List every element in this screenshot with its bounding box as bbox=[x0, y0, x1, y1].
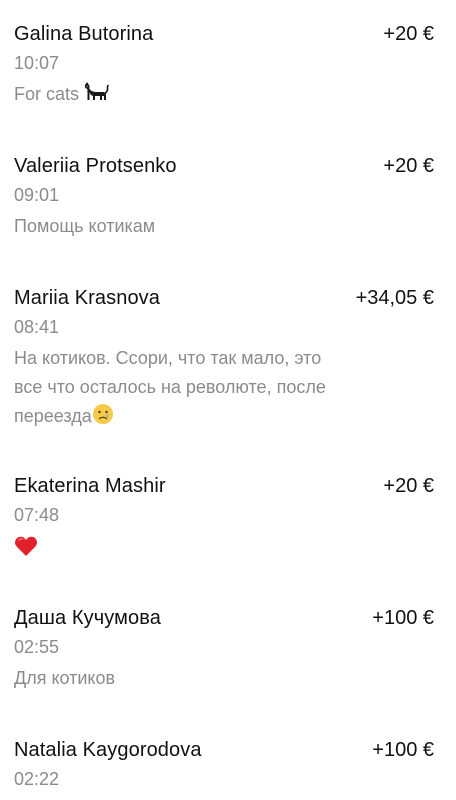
transaction-item[interactable]: Mariia Krasnova +34,05 € 08:41 На котико… bbox=[0, 284, 456, 426]
note-text: For cats bbox=[14, 84, 80, 104]
sender-name: Даша Кучумова bbox=[14, 607, 161, 629]
transaction-header: Даша Кучумова +100 € bbox=[0, 604, 456, 632]
sender-name: Valeriia Protsenko bbox=[14, 155, 177, 177]
transaction-header: Natalia Kaygorodova +100 € bbox=[0, 736, 456, 764]
red-heart-icon bbox=[14, 535, 38, 566]
transaction-time: 02:22 bbox=[14, 769, 60, 789]
transaction-header: Mariia Krasnova +34,05 € bbox=[0, 284, 456, 312]
black-cat-icon bbox=[83, 81, 109, 112]
transaction-item[interactable]: Natalia Kaygorodova +100 € 02:22 bbox=[0, 736, 456, 789]
note-text: Для котиков bbox=[14, 668, 116, 688]
transaction-amount: +34,05 € bbox=[355, 287, 434, 309]
crying-face-icon bbox=[92, 403, 114, 434]
transaction-item[interactable]: Galina Butorina +20 € 10:07 For cats bbox=[0, 20, 456, 104]
transaction-header: Valeriia Protsenko +20 € bbox=[0, 152, 456, 180]
transaction-item[interactable]: Valeriia Protsenko +20 € 09:01 Помощь ко… bbox=[0, 152, 456, 236]
transaction-note bbox=[14, 532, 344, 566]
transaction-amount: +20 € bbox=[383, 155, 434, 177]
transaction-header: Ekaterina Mashir +20 € bbox=[0, 472, 456, 500]
transaction-time: 10:07 bbox=[14, 53, 60, 73]
transaction-note: Для котиков bbox=[14, 664, 344, 693]
note-text: На котиков. Ссори, что так мало, это все… bbox=[14, 348, 326, 426]
transaction-item[interactable]: Ekaterina Mashir +20 € 07:48 bbox=[0, 472, 456, 556]
sender-name: Natalia Kaygorodova bbox=[14, 739, 202, 761]
transaction-note: For cats bbox=[14, 80, 344, 112]
transaction-time: 02:55 bbox=[14, 637, 60, 657]
sender-name: Galina Butorina bbox=[14, 23, 154, 45]
transaction-amount: +20 € bbox=[383, 23, 434, 45]
transaction-time: 08:41 bbox=[14, 317, 60, 337]
transaction-note: На котиков. Ссори, что так мало, это все… bbox=[14, 344, 344, 434]
sender-name: Mariia Krasnova bbox=[14, 287, 161, 309]
sender-name: Ekaterina Mashir bbox=[14, 475, 166, 497]
transaction-item[interactable]: Даша Кучумова +100 € 02:55 Для котиков bbox=[0, 604, 456, 688]
transaction-amount: +100 € bbox=[372, 607, 434, 629]
transaction-note: Помощь котикам bbox=[14, 212, 344, 241]
transaction-amount: +20 € bbox=[383, 475, 434, 497]
transaction-header: Galina Butorina +20 € bbox=[0, 20, 456, 48]
transaction-amount: +100 € bbox=[372, 739, 434, 761]
transaction-time: 07:48 bbox=[14, 505, 60, 525]
transaction-time: 09:01 bbox=[14, 185, 60, 205]
note-text: Помощь котикам bbox=[14, 216, 156, 236]
